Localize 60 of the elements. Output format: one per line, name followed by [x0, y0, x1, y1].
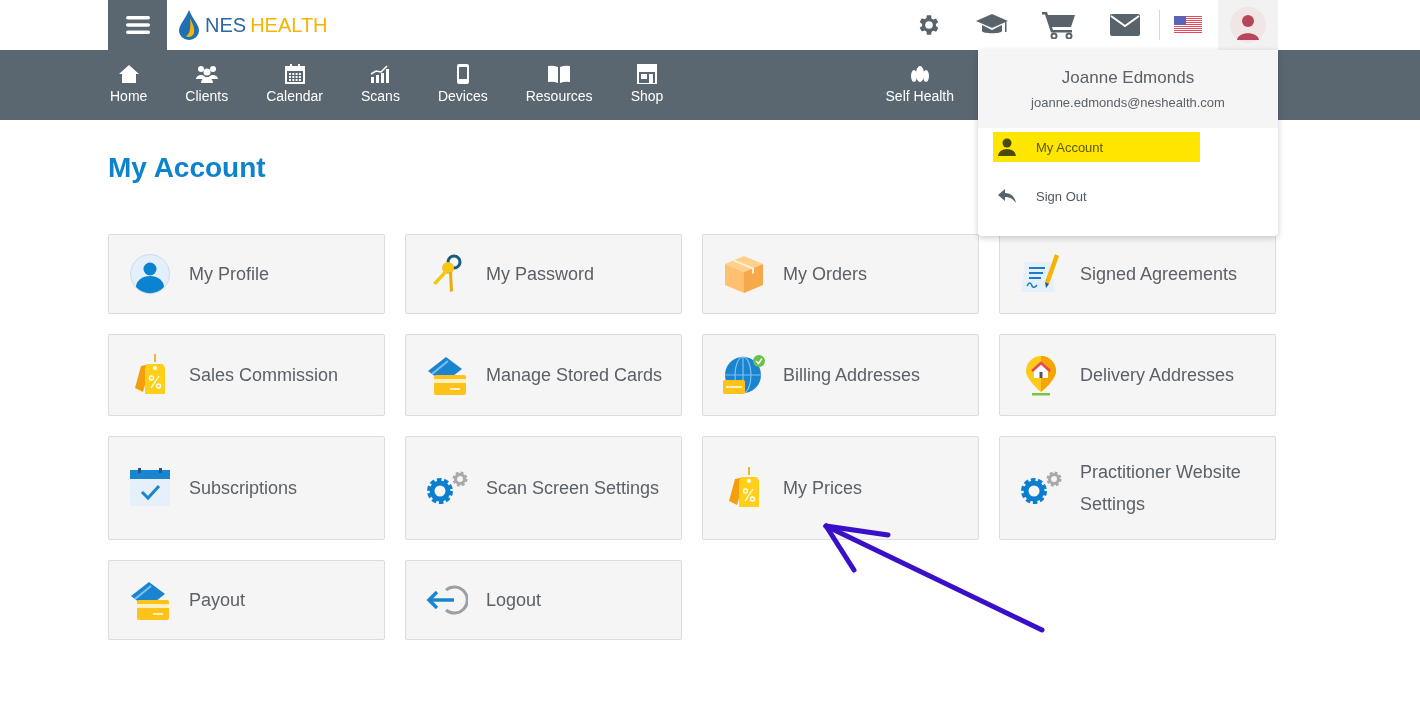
nav-item[interactable]: Shop [628, 50, 666, 120]
book-icon [548, 64, 571, 84]
account-tile[interactable]: Sales Commission [108, 334, 385, 416]
globe-card-icon [723, 355, 765, 395]
page-title: My Account [108, 152, 266, 184]
location-pin-icon [1024, 354, 1058, 396]
nav-item[interactable]: Devices [435, 50, 490, 120]
menu-icon [125, 15, 150, 35]
avatar[interactable] [1230, 7, 1266, 43]
account-tile[interactable]: Signed Agreements [999, 234, 1276, 314]
gears-icon [426, 471, 468, 505]
home-icon [118, 64, 139, 84]
menu-button[interactable] [108, 0, 167, 50]
price-tag-icon [133, 354, 167, 396]
credit-cards-icon [129, 580, 171, 620]
menu-item[interactable]: Sign Out [993, 181, 1200, 211]
nav-item[interactable]: Clients [183, 50, 231, 120]
nav-item[interactable]: Self Health [883, 50, 956, 120]
drop-logo-icon [179, 10, 199, 40]
logo-text: NES [205, 13, 247, 37]
box-icon [723, 254, 765, 294]
account-tile[interactable]: My Orders [702, 234, 979, 314]
logo-text: HEALTH [250, 13, 328, 37]
us-flag-icon[interactable] [1174, 16, 1202, 34]
mail-icon[interactable] [1110, 14, 1140, 36]
account-tile[interactable]: Delivery Addresses [999, 334, 1276, 416]
signed-document-icon [1021, 254, 1061, 294]
account-tile[interactable]: Manage Stored Cards [405, 334, 682, 416]
keys-icon [430, 254, 464, 294]
account-tile[interactable]: Scan Screen Settings [405, 436, 682, 540]
calendar-icon [284, 64, 305, 84]
account-tile[interactable]: My Password [405, 234, 682, 314]
lotus-icon [909, 64, 930, 84]
account-tile[interactable]: My Prices [702, 436, 979, 540]
menu-item[interactable]: My Account [993, 132, 1200, 162]
chart-icon [370, 64, 391, 84]
nav-item[interactable]: Home [108, 50, 150, 120]
credit-cards-icon [426, 355, 468, 395]
account-tile[interactable]: Payout [108, 560, 385, 640]
user-email: joanne.edmonds@neshealth.com [1029, 95, 1226, 110]
nav-item[interactable]: Resources [523, 50, 595, 120]
account-tile[interactable]: My Profile [108, 234, 385, 314]
person-icon [998, 138, 1016, 156]
account-tile[interactable]: Billing Addresses [702, 334, 979, 416]
store-icon [636, 64, 657, 84]
price-tag-icon [727, 467, 761, 509]
gears-icon [1020, 471, 1062, 505]
account-tile[interactable]: Practitioner Website Settings [999, 436, 1276, 540]
calendar-check-icon [130, 468, 170, 508]
reply-arrow-icon [998, 189, 1016, 203]
nav-item[interactable]: Calendar [264, 50, 325, 120]
phone-icon [456, 64, 469, 84]
account-tile[interactable]: Logout [405, 560, 682, 640]
people-icon [195, 64, 218, 84]
user-name: Joanne Edmonds [1060, 67, 1196, 89]
cart-icon[interactable] [1042, 11, 1076, 39]
person-icon [130, 254, 170, 294]
logout-icon [426, 584, 468, 616]
nav-item[interactable]: Scans [359, 50, 402, 120]
account-tile[interactable]: Subscriptions [108, 436, 385, 540]
